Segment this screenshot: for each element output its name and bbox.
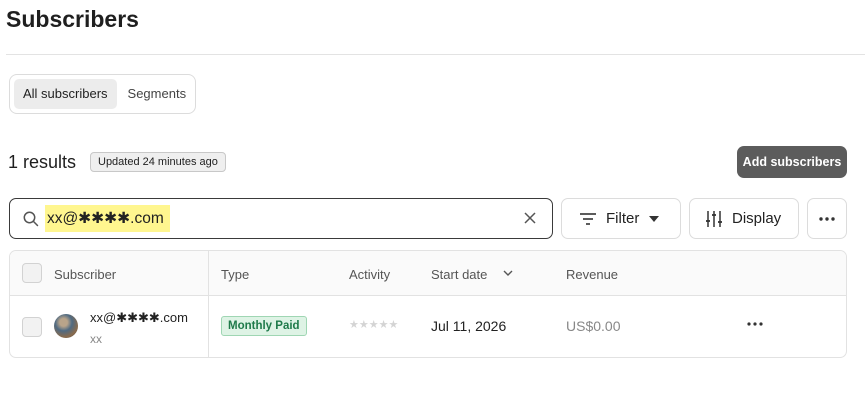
chevron-down-icon[interactable]: [503, 270, 513, 277]
table-header: Subscriber Type Activity Start date Reve…: [10, 251, 846, 296]
page-title: Subscribers: [6, 6, 139, 32]
search-input[interactable]: xx@✱✱✱✱.com: [9, 198, 553, 239]
tab-all-subscribers[interactable]: All subscribers: [14, 79, 117, 109]
activity-stars: ★★★★★: [349, 319, 399, 331]
subscriber-email[interactable]: xx@✱✱✱✱.com: [90, 310, 188, 326]
column-header-type[interactable]: Type: [221, 251, 249, 296]
display-button[interactable]: Display: [689, 198, 799, 239]
ellipsis-icon: [819, 216, 835, 221]
subscribers-table: Subscriber Type Activity Start date Reve…: [9, 250, 847, 358]
ellipsis-icon: [747, 322, 763, 326]
filter-label: Filter: [606, 210, 640, 227]
search-icon: [23, 211, 39, 227]
avatar: [54, 314, 78, 338]
search-query-text[interactable]: xx@✱✱✱✱.com: [45, 205, 170, 232]
select-all-checkbox[interactable]: [22, 263, 42, 283]
start-date: Jul 11, 2026: [431, 318, 507, 334]
subscriber-tabs: All subscribers Segments: [9, 74, 196, 114]
filter-button[interactable]: Filter: [561, 198, 681, 239]
close-icon[interactable]: [522, 210, 538, 226]
revenue-value: US$0.00: [566, 318, 621, 334]
caret-down-icon: [649, 215, 660, 222]
type-badge: Monthly Paid: [221, 316, 307, 336]
column-header-start-date[interactable]: Start date: [431, 251, 487, 296]
tab-segments[interactable]: Segments: [119, 79, 196, 109]
column-header-activity[interactable]: Activity: [349, 251, 390, 296]
subscriber-name: xx: [90, 332, 102, 346]
more-options-button[interactable]: [807, 198, 847, 239]
column-header-subscriber[interactable]: Subscriber: [54, 251, 116, 296]
filter-lines-icon: [580, 212, 596, 225]
sliders-icon: [706, 210, 722, 227]
table-row[interactable]: xx@✱✱✱✱.com xx Monthly Paid ★★★★★ Jul 11…: [10, 297, 846, 357]
header-divider: [6, 54, 865, 55]
row-actions-button[interactable]: [747, 313, 763, 331]
column-header-revenue[interactable]: Revenue: [566, 251, 618, 296]
add-subscribers-button[interactable]: Add subscribers: [737, 146, 847, 178]
updated-badge: Updated 24 minutes ago: [90, 152, 226, 172]
row-checkbox[interactable]: [22, 317, 42, 337]
results-count: 1 results: [8, 152, 77, 172]
display-label: Display: [732, 210, 782, 227]
